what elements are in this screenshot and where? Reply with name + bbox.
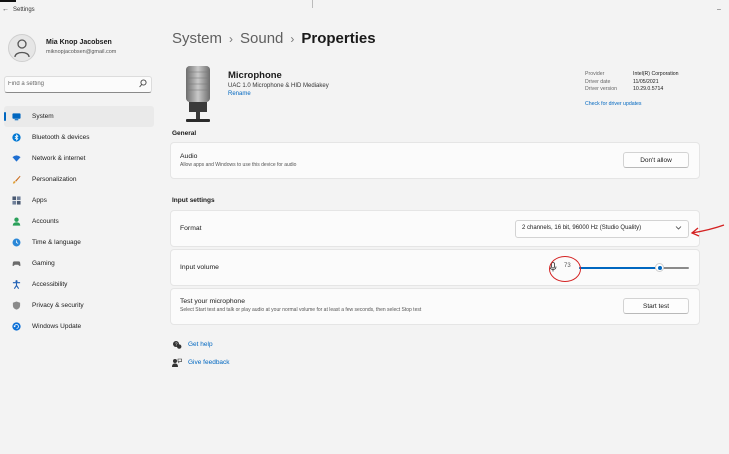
breadcrumb: System › Sound › Properties xyxy=(172,30,376,47)
person-avatar-icon xyxy=(14,39,30,58)
sidebar-item-label: Windows Update xyxy=(32,323,82,330)
property-value: 11/05/2021 xyxy=(633,78,659,85)
top-edge xyxy=(0,0,729,8)
sidebar-item-label: Gaming xyxy=(32,260,55,267)
sidebar-item-gaming[interactable]: Gaming xyxy=(4,253,154,274)
property-key: Driver version xyxy=(585,86,617,92)
sidebar-item-label: Time & language xyxy=(32,239,81,246)
search-icon[interactable] xyxy=(139,79,147,88)
give-feedback-label: Give feedback xyxy=(188,359,230,366)
person-icon xyxy=(12,217,21,226)
format-card: Format 2 channels, 16 bit, 96000 Hz (Stu… xyxy=(170,210,700,247)
property-key: Driver date xyxy=(585,78,611,85)
bluetooth-icon xyxy=(12,133,21,142)
dont-allow-button[interactable]: Don't allow xyxy=(623,152,689,168)
annotation-circle xyxy=(549,256,581,282)
audio-subtitle: Allow apps and Windows to use this devic… xyxy=(180,162,297,168)
sidebar-item-system[interactable]: System xyxy=(4,106,154,127)
chevron-down-icon xyxy=(675,226,682,230)
sidebar-item-label: Personalization xyxy=(32,176,77,183)
globe-clock-icon xyxy=(12,238,21,247)
shield-icon xyxy=(12,301,21,310)
window-title: Settings xyxy=(13,7,35,13)
format-select[interactable]: 2 channels, 16 bit, 96000 Hz (Studio Qua… xyxy=(515,220,689,238)
test-microphone-card: Test your microphone Select Start test a… xyxy=(170,288,700,325)
feedback-icon xyxy=(172,358,182,367)
sidebar-item-time-language[interactable]: Time & language xyxy=(4,232,154,253)
input-volume-card: Input volume 73 xyxy=(170,249,700,286)
audio-title: Audio xyxy=(180,153,198,160)
search-input[interactable] xyxy=(8,78,134,90)
sidebar-nav: System Bluetooth & devices Network & int… xyxy=(4,106,154,337)
breadcrumb-separator: › xyxy=(229,32,234,46)
update-icon xyxy=(12,322,21,331)
input-volume-title: Input volume xyxy=(180,264,219,271)
breadcrumb-separator: › xyxy=(290,32,295,46)
sidebar-item-accounts[interactable]: Accounts xyxy=(4,211,154,232)
page-title: Properties xyxy=(301,30,376,47)
device-name: Microphone xyxy=(228,70,282,81)
top-edge-mark xyxy=(0,0,16,2)
title-bar: ← Settings – xyxy=(0,6,729,20)
audio-card: Audio Allow apps and Windows to use this… xyxy=(170,142,700,179)
sidebar-item-label: Apps xyxy=(32,197,47,204)
sidebar-item-label: System xyxy=(32,113,54,120)
sidebar-item-network-internet[interactable]: Network & internet xyxy=(4,148,154,169)
sidebar-item-label: Network & internet xyxy=(32,155,86,162)
device-subtitle: UAC 1.0 Microphone & HID Mediakey xyxy=(228,83,329,89)
breadcrumb-system[interactable]: System xyxy=(172,30,222,47)
device-header: Microphone UAC 1.0 Microphone & HID Medi… xyxy=(170,60,700,124)
sidebar: Mia Knop Jacobsen miknopjacobsen@gmail.c… xyxy=(0,20,158,440)
brush-icon xyxy=(12,175,21,184)
sidebar-item-windows-update[interactable]: Windows Update xyxy=(4,316,154,337)
microphone-device-icon xyxy=(186,66,210,122)
wifi-icon xyxy=(12,155,21,162)
get-help-label: Get help xyxy=(188,341,213,348)
format-title: Format xyxy=(180,225,202,232)
section-heading-input-settings: Input settings xyxy=(172,197,215,204)
test-microphone-subtitle: Select Start test and talk or play audio… xyxy=(180,307,422,313)
sidebar-item-personalization[interactable]: Personalization xyxy=(4,169,154,190)
property-key: Provider xyxy=(585,71,605,77)
help-icon: ? xyxy=(173,341,182,349)
annotation-arrow xyxy=(690,224,725,237)
sidebar-item-apps[interactable]: Apps xyxy=(4,190,154,211)
start-test-button[interactable]: Start test xyxy=(623,298,689,314)
test-microphone-title: Test your microphone xyxy=(180,298,245,305)
sidebar-item-accessibility[interactable]: Accessibility xyxy=(4,274,154,295)
avatar xyxy=(8,34,36,62)
section-heading-general: General xyxy=(172,130,197,137)
sidebar-item-label: Bluetooth & devices xyxy=(32,134,90,141)
sidebar-item-bluetooth-devices[interactable]: Bluetooth & devices xyxy=(4,127,154,148)
check-driver-updates-link[interactable]: Check for driver updates xyxy=(585,101,642,107)
minimize-icon[interactable]: – xyxy=(717,6,721,13)
profile-email: miknopjacobsen@gmail.com xyxy=(46,49,117,55)
gamepad-icon xyxy=(12,261,21,267)
rename-link[interactable]: Rename xyxy=(228,91,251,97)
accessibility-icon xyxy=(12,280,21,289)
sidebar-item-label: Privacy & security xyxy=(32,302,84,309)
volume-slider-fill xyxy=(579,266,660,269)
back-arrow-icon[interactable]: ← xyxy=(2,6,9,13)
sidebar-item-label: Accounts xyxy=(32,218,59,225)
sidebar-item-label: Accessibility xyxy=(32,281,68,288)
search-box xyxy=(4,76,152,93)
format-value: 2 channels, 16 bit, 96000 Hz (Studio Qua… xyxy=(522,225,642,231)
breadcrumb-sound[interactable]: Sound xyxy=(240,30,283,47)
user-profile[interactable]: Mia Knop Jacobsen miknopjacobsen@gmail.c… xyxy=(8,34,158,64)
property-value: 10.29.0.5714 xyxy=(633,86,664,92)
monitor-icon xyxy=(12,113,21,121)
property-value: Intel(R) Corporation xyxy=(633,71,679,77)
volume-slider-thumb[interactable] xyxy=(654,263,664,272)
profile-name: Mia Knop Jacobsen xyxy=(46,39,112,46)
sidebar-item-privacy-security[interactable]: Privacy & security xyxy=(4,295,154,316)
apps-icon xyxy=(12,196,21,205)
settings-window: ← Settings – Mia Knop Jacobsen miknopjac… xyxy=(0,0,729,454)
